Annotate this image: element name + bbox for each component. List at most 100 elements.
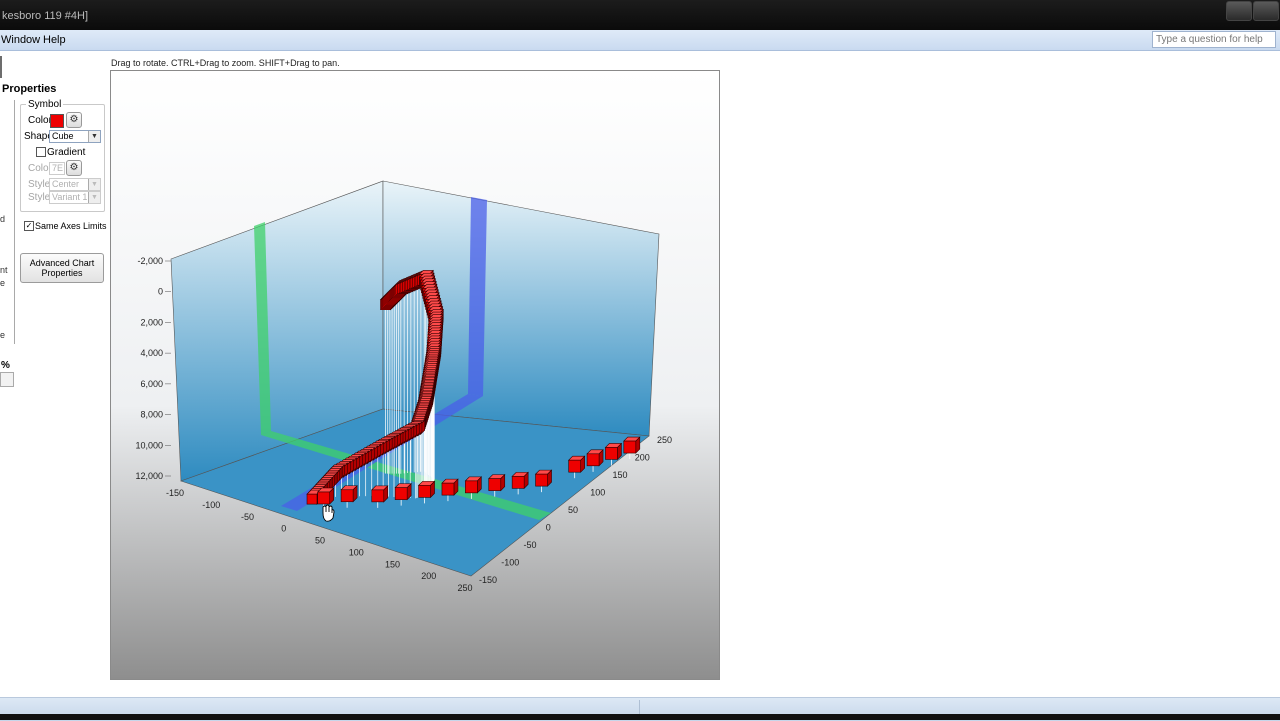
cube-front-face (568, 459, 581, 473)
symbol-group-legend: Symbol (26, 99, 64, 110)
cube-front-face (511, 476, 525, 489)
chart-instructions: Drag to rotate. CTRL+Drag to zoom. SHIFT… (111, 58, 340, 68)
bottom-cube (534, 469, 553, 487)
x-tick-label: -50 (241, 512, 254, 522)
bottom-cube (371, 485, 389, 503)
z-tick-label: -2,000 (137, 256, 163, 266)
cube-front-face (623, 440, 637, 454)
cube-front-face (317, 491, 330, 505)
gradient-color-picker-button[interactable]: ⚙ (66, 160, 82, 176)
menu-help[interactable]: Help (43, 34, 66, 46)
bottom-cube (394, 482, 412, 501)
style2-select-value: Variant 1 (52, 192, 88, 202)
bottom-cube (604, 442, 623, 461)
y-tick-label: 250 (657, 435, 672, 445)
advanced-chart-properties-button[interactable]: Advanced Chart Properties (20, 253, 104, 283)
menu-bar: Window Help (0, 30, 1280, 51)
percent-spinner[interactable] (0, 372, 14, 387)
advanced-button-label: Advanced Chart Properties (29, 258, 95, 278)
gradient-color-swatch: 7E (49, 162, 65, 175)
x-tick-label: 50 (315, 536, 325, 546)
style2-label: Style (28, 192, 51, 203)
cube-front-face (371, 489, 385, 503)
3d-scatter-chart[interactable]: -2,00002,0004,0006,0008,00010,00012,000 … (111, 71, 719, 679)
panel-tab-stub[interactable] (0, 56, 2, 78)
cube-front-face (418, 485, 431, 498)
y-tick-label: 200 (635, 453, 650, 463)
chevron-down-icon[interactable]: ▼ (88, 131, 100, 142)
z-tick-label: 0 (158, 287, 163, 297)
color-picker-button[interactable]: ⚙ (66, 112, 82, 128)
properties-title: Properties (2, 83, 57, 95)
color-label: Color (28, 115, 52, 126)
hand-cursor-icon (322, 504, 335, 522)
edge-fragment: nt (0, 265, 8, 275)
x-tick-label: 250 (457, 583, 472, 593)
style1-label: Style (28, 179, 51, 190)
bottom-cube (567, 455, 586, 473)
shape-select[interactable]: Cube ▼ (49, 130, 101, 143)
chart-frame[interactable]: -2,000 0 2,000 4,000 6,000 8,000 10,000 12,000 … (110, 70, 720, 680)
same-axes-label: Same Axes Limits (35, 221, 107, 231)
bottom-cube (488, 473, 506, 492)
y-tick-label: 100 (590, 488, 605, 498)
x-tick-label: 0 (281, 524, 286, 534)
bottom-cube (586, 449, 604, 467)
menu-window[interactable]: Window (1, 34, 40, 46)
cube-front-face (441, 482, 455, 496)
z-tick-label: 2,000 (140, 317, 163, 327)
z-tick-label: 8,000 (140, 410, 163, 420)
help-search-box[interactable] (1152, 31, 1277, 48)
bottom-cube (316, 487, 335, 505)
cube-front-face (340, 489, 354, 503)
bottom-cube (623, 436, 641, 454)
y-tick-label: -150 (479, 575, 497, 585)
x-tick-label: -100 (202, 500, 220, 510)
bottom-cube (441, 478, 459, 496)
gradient-label: Gradient (47, 147, 86, 158)
cube-front-face (586, 453, 600, 467)
cube-front-face (605, 447, 618, 460)
z-tick-label: 10,000 (135, 440, 163, 450)
edge-fragment: d (0, 214, 6, 224)
x-tick-label: 100 (349, 547, 364, 557)
cube-front-face (306, 493, 318, 505)
style1-select-value: Center (52, 179, 80, 189)
chevron-down-icon: ▼ (88, 192, 100, 203)
minimize-button[interactable] (1226, 1, 1252, 21)
percent-label: % (1, 360, 10, 371)
cube-front-face (488, 478, 502, 491)
gradient-color-value: 7E (52, 163, 64, 173)
z-tick-label: 4,000 (140, 348, 163, 358)
edge-fragment: e (0, 278, 6, 288)
shape-select-value: Cube (52, 131, 74, 141)
y-tick-label: 50 (568, 505, 578, 515)
style1-select: Center ▼ (49, 178, 101, 191)
z-tick-label: 12,000 (135, 471, 163, 481)
y-tick-label: 150 (613, 470, 628, 480)
maximize-button[interactable] (1253, 1, 1279, 21)
same-axes-checkbox[interactable]: ✓ (24, 221, 34, 231)
color-swatch[interactable] (50, 114, 64, 128)
edge-fragment: e (0, 330, 6, 340)
z-tick-label: 6,000 (140, 379, 163, 389)
y-tick-label: 0 (546, 523, 551, 533)
help-search-input[interactable] (1153, 32, 1277, 47)
bottom-cube (464, 476, 483, 494)
bottom-cube (417, 480, 436, 499)
cube-front-face (535, 473, 548, 487)
x-tick-label: 200 (421, 571, 436, 581)
style2-select: Variant 1 ▼ (49, 191, 101, 204)
gradient-checkbox[interactable] (36, 147, 46, 157)
bottom-cube (340, 485, 358, 503)
y-tick-label: -50 (524, 540, 537, 550)
cube-front-face (394, 487, 408, 500)
taskbar-edge (0, 714, 1280, 720)
chevron-down-icon: ▼ (88, 179, 100, 190)
window-title: kesboro 119 #4H] (2, 10, 89, 22)
x-tick-label: -150 (166, 488, 184, 498)
x-tick-label: 150 (385, 559, 400, 569)
cube-front-face (465, 480, 478, 494)
y-tick-label: -100 (501, 558, 519, 568)
bottom-cube (511, 471, 529, 490)
